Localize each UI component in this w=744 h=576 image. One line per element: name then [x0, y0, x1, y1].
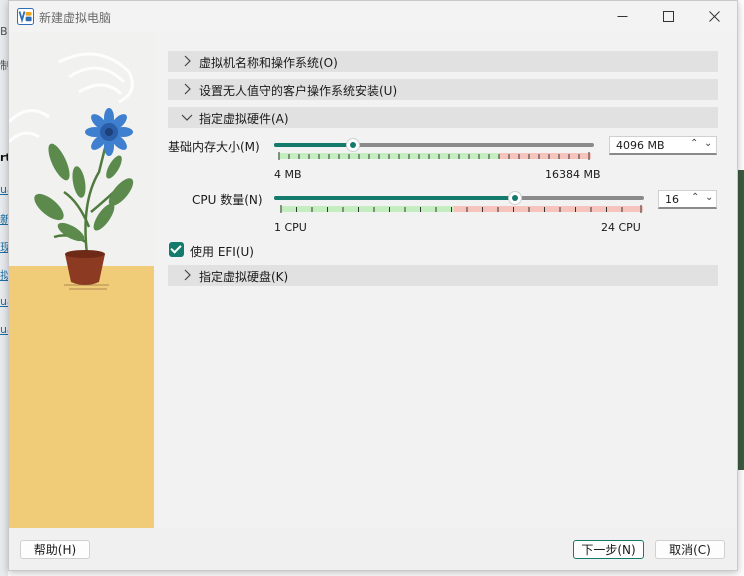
section-vm-name-os[interactable]: 虚拟机名称和操作系统(O) [168, 51, 718, 72]
memory-value[interactable]: 4096 MB [616, 139, 665, 152]
memory-min-label: 4 MB [274, 168, 302, 181]
memory-spinbox[interactable]: 4096 MB ⌃ ⌄ [609, 136, 717, 155]
memory-label: 基础内存大小(M) [168, 140, 260, 154]
minimize-button[interactable] [599, 1, 645, 32]
spin-up-icon[interactable]: ⌃ [690, 138, 698, 149]
section-label: 指定虚拟硬盘(K) [199, 270, 289, 284]
flower-pot-illustration [9, 52, 134, 290]
efi-label[interactable]: 使用 EFI(U) [190, 243, 254, 260]
background-link[interactable]: ua [0, 295, 8, 308]
section-unattended-install[interactable]: 设置无人值守的客户操作系统安装(U) [168, 79, 718, 100]
background-text: Bo [0, 25, 8, 38]
section-label: 设置无人值守的客户操作系统安装(U) [199, 84, 398, 98]
next-button[interactable]: 下一步(N) [573, 540, 644, 559]
minimize-icon [617, 16, 627, 17]
background-window: Bo 制 rt ua 新 现 拟 ua ua [0, 0, 8, 576]
cpu-value[interactable]: 16 [665, 193, 679, 206]
chevron-right-icon [184, 55, 191, 67]
dialog-footer: 帮助(H) 下一步(N) 取消(C) [9, 528, 737, 570]
title-bar[interactable]: 新建虚拟电脑 [9, 1, 737, 32]
new-vm-dialog: 新建虚拟电脑 虚拟机名称和操作系统(O) 设置无人值守的客户操作系统安装(U) … [8, 0, 738, 571]
background-link[interactable]: ua [0, 183, 8, 196]
cpu-max-label: 24 CPU [601, 221, 641, 234]
efi-checkbox[interactable] [169, 242, 184, 257]
virtualbox-logo-icon [17, 8, 34, 25]
memory-slider-fill [274, 143, 354, 147]
window-title: 新建虚拟电脑 [39, 11, 112, 25]
maximize-button[interactable] [645, 1, 691, 32]
background-text: rt [0, 151, 8, 164]
background-link[interactable]: 拟 [0, 267, 8, 283]
cpu-label: CPU 数量(N) [192, 193, 263, 207]
cpu-slider-thumb[interactable] [508, 191, 522, 205]
section-virtual-hardware[interactable]: 指定虚拟硬件(A) [168, 107, 718, 128]
background-link[interactable]: 新 [0, 211, 8, 227]
cancel-button[interactable]: 取消(C) [655, 540, 725, 559]
wizard-content: 虚拟机名称和操作系统(O) 设置无人值守的客户操作系统安装(U) 指定虚拟硬件(… [154, 32, 737, 528]
section-label: 虚拟机名称和操作系统(O) [199, 56, 338, 70]
memory-max-label: 16384 MB [545, 168, 601, 181]
background-link[interactable]: ua [0, 323, 8, 336]
background-text: 制 [0, 59, 8, 72]
chevron-right-icon [184, 269, 191, 281]
spin-up-icon[interactable]: ⌃ [691, 192, 699, 203]
wizard-illustration [9, 32, 154, 528]
section-label: 指定虚拟硬件(A) [199, 112, 289, 126]
cpu-slider-fill [274, 196, 515, 200]
help-button[interactable]: 帮助(H) [20, 540, 90, 559]
spin-down-icon[interactable]: ⌄ [704, 138, 712, 149]
close-button[interactable] [691, 1, 737, 32]
background-link[interactable]: 现 [0, 239, 8, 255]
cpu-spinbox[interactable]: 16 ⌃ ⌄ [658, 190, 717, 209]
memory-scale-ticks [278, 152, 591, 160]
cpu-min-label: 1 CPU [274, 221, 307, 234]
chevron-down-icon [181, 114, 193, 121]
maximize-icon [662, 11, 674, 22]
cpu-scale-ticks [280, 205, 643, 213]
spin-down-icon[interactable]: ⌄ [705, 192, 713, 203]
memory-slider-thumb[interactable] [346, 138, 360, 152]
close-icon [708, 11, 720, 22]
chevron-right-icon [184, 83, 191, 95]
section-virtual-disk[interactable]: 指定虚拟硬盘(K) [168, 265, 718, 286]
